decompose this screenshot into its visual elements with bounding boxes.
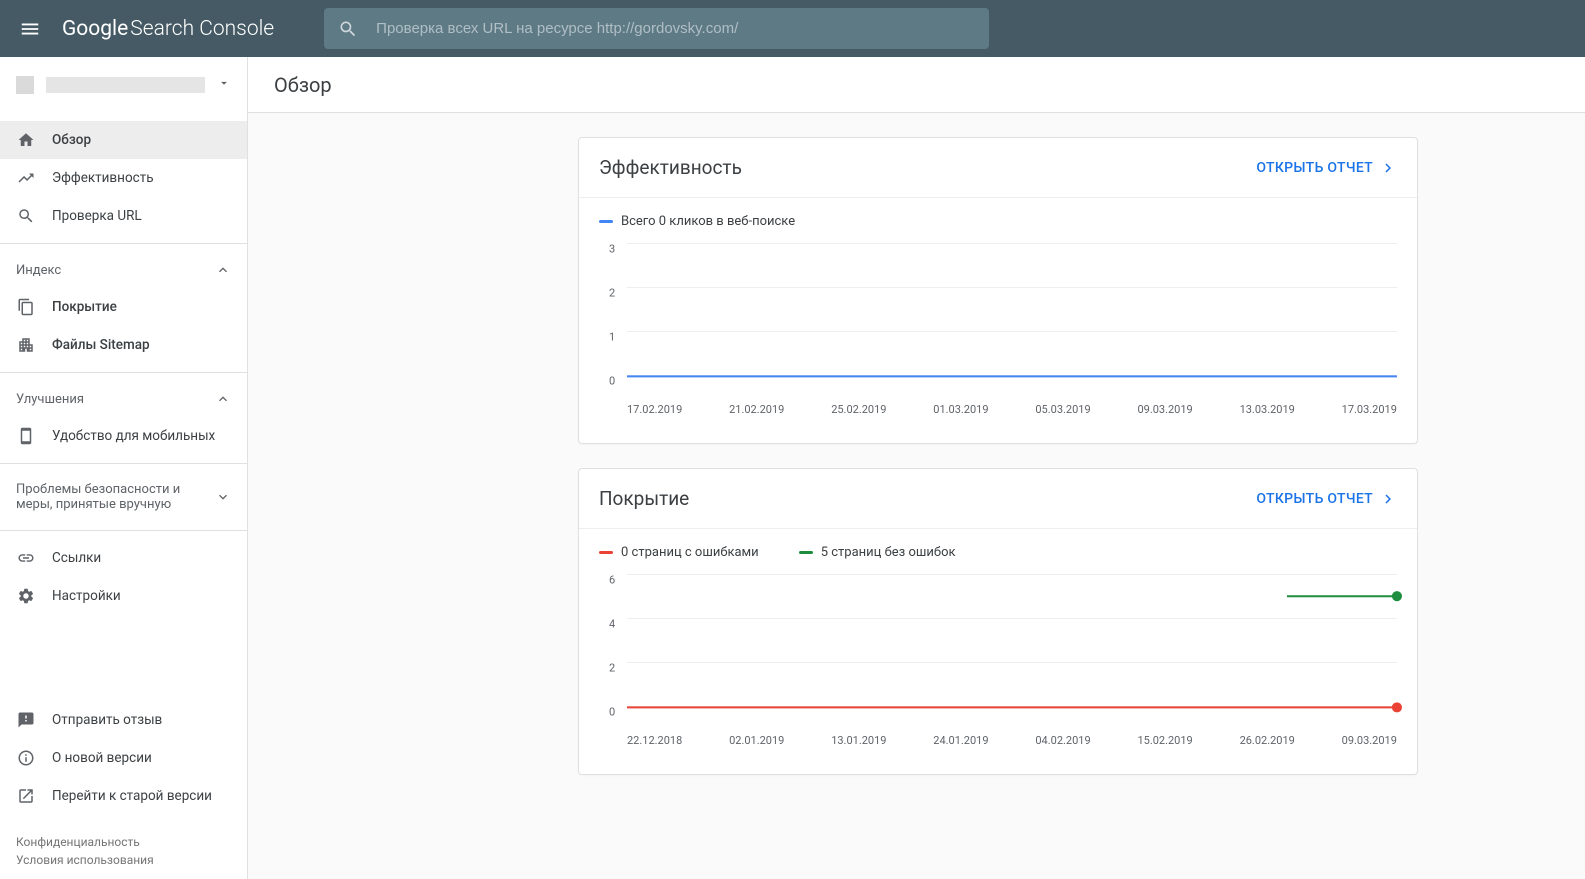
property-selector[interactable] — [0, 57, 247, 113]
search-icon — [16, 206, 36, 226]
search-icon — [338, 19, 358, 39]
trending-up-icon — [16, 168, 36, 188]
property-name-redacted — [46, 77, 205, 93]
chevron-up-icon — [215, 391, 231, 407]
sidebar-item-feedback[interactable]: Отправить отзыв — [0, 701, 247, 739]
logo-product-text: Search Console — [130, 17, 274, 41]
sidebar-group-label: Улучшения — [16, 392, 84, 407]
sidebar-item-label: Покрытие — [52, 299, 117, 315]
sidebar-item-overview[interactable]: Обзор — [0, 121, 247, 159]
sidebar-item-label: Отправить отзыв — [52, 712, 162, 728]
legend-label-errors: 0 страниц с ошибками — [621, 545, 759, 560]
sidebar-group-security[interactable]: Проблемы безопасности и меры, принятые в… — [0, 472, 247, 522]
chevron-down-icon — [215, 489, 231, 505]
sidebar-item-coverage[interactable]: Покрытие — [0, 288, 247, 326]
chevron-right-icon — [1379, 490, 1397, 508]
sidebar-item-label: Файлы Sitemap — [52, 337, 150, 353]
sidebar-group-label: Индекс — [16, 263, 61, 278]
open-report-coverage[interactable]: ОТКРЫТЬ ОТЧЕТ — [1256, 490, 1397, 508]
sidebar: Обзор Эффективность Проверка URL Индекс — [0, 57, 248, 879]
sidebar-item-performance[interactable]: Эффективность — [0, 159, 247, 197]
search-input[interactable] — [376, 20, 975, 37]
sidebar-item-label: Перейти к старой версии — [52, 788, 212, 804]
gear-icon — [16, 586, 36, 606]
link-icon — [16, 548, 36, 568]
sidebar-item-label: О новой версии — [52, 750, 152, 766]
open-report-performance[interactable]: ОТКРЫТЬ ОТЧЕТ — [1256, 159, 1397, 177]
sidebar-group-label: Проблемы безопасности и меры, принятые в… — [16, 482, 186, 512]
url-inspection-searchbar[interactable] — [324, 8, 989, 49]
dropdown-arrow — [217, 76, 231, 94]
sidebar-item-old-version[interactable]: Перейти к старой версии — [0, 777, 247, 815]
sidebar-item-label: Настройки — [52, 588, 121, 604]
card-coverage: Покрытие ОТКРЫТЬ ОТЧЕТ 0 страниц с ошибк… — [578, 468, 1418, 775]
page-title-bar: Обзор — [248, 57, 1585, 113]
property-icon — [16, 76, 34, 94]
open-report-label: ОТКРЫТЬ ОТЧЕТ — [1256, 491, 1373, 507]
legend-performance: Всего 0 кликов в веб-поиске — [599, 214, 1397, 229]
legend-label-valid: 5 страниц без ошибок — [821, 545, 956, 560]
smartphone-icon — [16, 426, 36, 446]
sidebar-item-label: Проверка URL — [52, 208, 142, 224]
sidebar-item-links[interactable]: Ссылки — [0, 539, 247, 577]
card-title-coverage: Покрытие — [599, 487, 689, 510]
legend-label-clicks: Всего 0 кликов в веб-поиске — [621, 214, 795, 229]
sidebar-item-mobile-usability[interactable]: Удобство для мобильных — [0, 417, 247, 455]
sidebar-item-label: Обзор — [52, 132, 91, 148]
sitemap-icon — [16, 335, 36, 355]
main-content: Обзор Эффективность ОТКРЫТЬ ОТЧЕТ — [248, 57, 1585, 879]
card-performance: Эффективность ОТКРЫТЬ ОТЧЕТ Всего 0 клик… — [578, 137, 1418, 444]
sidebar-item-label: Эффективность — [52, 170, 154, 186]
app-header: Google Search Console — [0, 0, 1585, 57]
product-logo: Google Search Console — [62, 17, 274, 41]
feedback-icon — [16, 710, 36, 730]
logo-google-text: Google — [62, 17, 128, 41]
legend-swatch-valid — [799, 551, 813, 554]
sidebar-group-index[interactable]: Индекс — [0, 252, 247, 288]
legend-coverage: 0 страниц с ошибками 5 страниц без ошибо… — [599, 545, 1397, 560]
sidebar-item-settings[interactable]: Настройки — [0, 577, 247, 615]
chevron-up-icon — [215, 262, 231, 278]
card-title-performance: Эффективность — [599, 156, 742, 179]
chevron-right-icon — [1379, 159, 1397, 177]
sidebar-item-about-new[interactable]: О новой версии — [0, 739, 247, 777]
open-report-label: ОТКРЫТЬ ОТЧЕТ — [1256, 160, 1373, 176]
chevron-down-icon — [217, 76, 231, 90]
sidebar-item-sitemaps[interactable]: Файлы Sitemap — [0, 326, 247, 364]
exit-icon — [16, 786, 36, 806]
page-title: Обзор — [274, 73, 332, 97]
menu-icon — [19, 18, 41, 40]
info-icon — [16, 748, 36, 768]
sidebar-footer: Конфиденциальность Условия использования — [0, 823, 247, 879]
sidebar-group-enhancements[interactable]: Улучшения — [0, 381, 247, 417]
copy-icon — [16, 297, 36, 317]
sidebar-item-url-inspection[interactable]: Проверка URL — [0, 197, 247, 235]
chart-performance: 012317.02.201921.02.201925.02.201901.03.… — [609, 243, 1397, 423]
sidebar-item-label: Ссылки — [52, 550, 101, 566]
chart-coverage: 024622.12.201802.01.201913.01.201924.01.… — [609, 574, 1397, 754]
legend-swatch-errors — [599, 551, 613, 554]
hamburger-menu-button[interactable] — [18, 17, 42, 41]
legend-swatch-clicks — [599, 220, 613, 223]
footer-link-terms[interactable]: Условия использования — [16, 853, 154, 867]
home-icon — [16, 130, 36, 150]
sidebar-item-label: Удобство для мобильных — [52, 428, 215, 444]
footer-link-privacy[interactable]: Конфиденциальность — [16, 835, 140, 849]
